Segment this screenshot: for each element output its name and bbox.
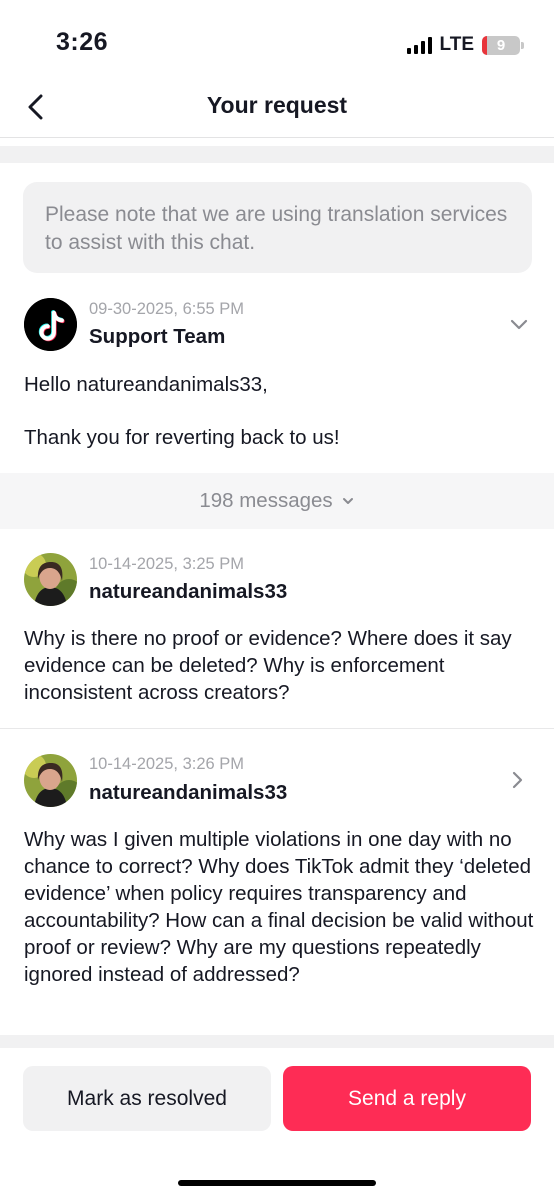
chevron-down-icon[interactable] [509, 318, 529, 332]
collapsed-messages-label: 198 messages [199, 489, 333, 512]
avatar [24, 553, 77, 606]
message-body: Thank you for reverting back to us! [24, 426, 340, 449]
message-user: 10-14-2025, 3:26 PM natureandanimals33 W… [0, 729, 554, 1035]
message-date: 10-14-2025, 3:25 PM [89, 555, 245, 573]
home-indicator[interactable] [178, 1180, 376, 1186]
message-author: Support Team [89, 325, 226, 348]
page-title: Your request [206, 92, 348, 118]
message-body: Why is there no proof or evidence? Where… [24, 627, 512, 704]
message-body: Why was I given multiple violations in o… [24, 828, 534, 986]
battery-fill [482, 35, 488, 55]
chevron-down-icon [342, 498, 353, 504]
battery-tip [521, 41, 524, 49]
avatar [24, 754, 77, 807]
message-greeting: Hello natureandanimals33, [24, 373, 268, 396]
message-user: 10-14-2025, 3:25 PM natureandanimals33 W… [0, 529, 554, 728]
signal-icon [406, 36, 432, 54]
message-author: natureandanimals33 [89, 781, 288, 804]
message-date: 09-30-2025, 6:55 PM [89, 300, 245, 318]
chevron-right-icon[interactable] [511, 770, 525, 790]
tiktok-logo-icon [24, 298, 77, 351]
message-date: 10-14-2025, 3:26 PM [89, 755, 245, 773]
translation-notice: Please note that we are using translatio… [23, 182, 532, 273]
status-indicators: LTE 9 [406, 34, 524, 56]
nav-bar: Your request [0, 80, 554, 138]
status-time: 3:26 [56, 28, 109, 56]
send-reply-button[interactable]: Send a reply [283, 1066, 531, 1131]
status-bar: 3:26 LTE 9 [0, 0, 554, 80]
section-divider [0, 146, 554, 163]
collapsed-messages-toggle[interactable]: 198 messages [0, 473, 554, 529]
message-author: natureandanimals33 [89, 580, 288, 603]
action-bar: Mark as resolved Send a reply [0, 1048, 554, 1199]
network-label: LTE [439, 34, 474, 55]
battery-icon: 9 [482, 35, 520, 55]
message-support: 09-30-2025, 6:55 PM Support Team Hello n… [0, 290, 554, 473]
section-divider [0, 1035, 554, 1048]
battery-level: 9 [496, 36, 506, 54]
mark-resolved-button[interactable]: Mark as resolved [23, 1066, 271, 1131]
